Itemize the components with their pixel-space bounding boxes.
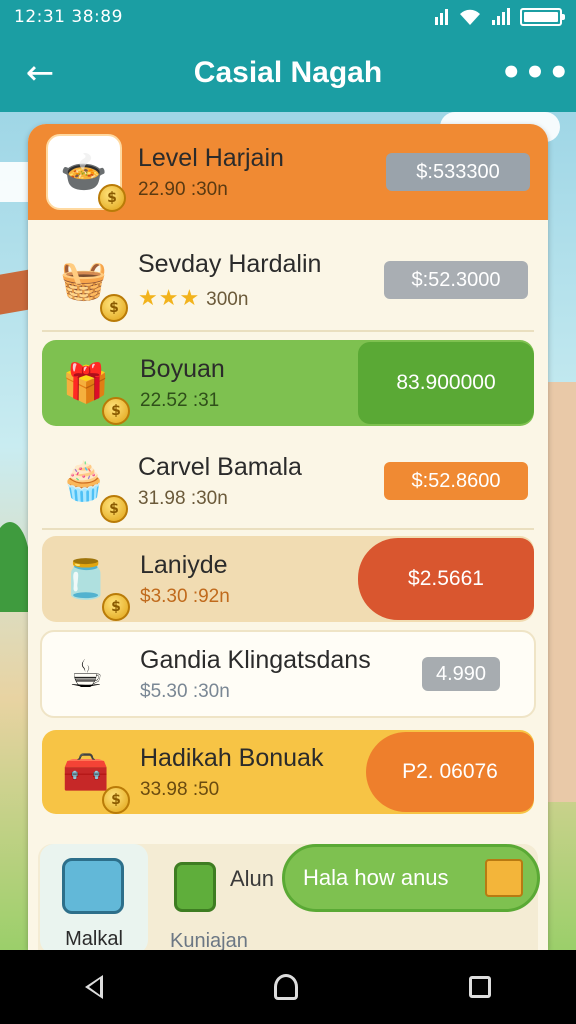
list-item[interactable]: 🧰 $ Hadikah Bonuak 33.98 :50 P2. 06076 [42, 730, 534, 814]
toolbox-icon: 🧰 [62, 749, 110, 794]
price-button[interactable]: 83.900000 [358, 342, 534, 424]
status-bar: 12:31 38:89 [0, 0, 576, 34]
system-nav-bar [0, 950, 576, 1024]
system-icons [435, 8, 565, 26]
coin-icon: $ [100, 294, 128, 322]
palm-tree [0, 522, 30, 612]
item-name: Sevday Hardalin [138, 249, 322, 278]
nav-recents-icon[interactable] [468, 976, 491, 998]
item-sub: Kuniajan [170, 930, 248, 950]
item-name: Carvel Bamala [138, 452, 302, 481]
camera-icon [62, 858, 124, 914]
coin-icon: $ [102, 593, 130, 621]
list-item[interactable]: 🧁 $ Carvel Bamala 31.98 :30n $:52.8600 [28, 434, 548, 528]
item-name: Gandia Klingatsdans [140, 645, 371, 674]
price-button[interactable]: $:533300 [386, 153, 530, 191]
divider [42, 330, 534, 332]
item-sub: ★★★ 300n [138, 284, 249, 310]
cell-signal-icon [492, 8, 510, 25]
gift-box-icon: 🎁 [62, 360, 110, 405]
item-sub: $5.30 :30n [140, 680, 230, 702]
item-title: Alun [230, 866, 275, 891]
battery-icon [520, 8, 565, 26]
list-item[interactable]: ☕ Gandia Klingatsdans $5.30 :30n 4.990 [40, 630, 536, 718]
cta-button[interactable]: Hala how anus [282, 844, 540, 912]
app-bar: ← Casial Nagah ••• [0, 34, 576, 112]
nav-home-icon[interactable] [273, 974, 298, 1000]
basket-icon: 🧺 [60, 257, 108, 302]
item-thumbnail: 🧁 $ [46, 443, 128, 523]
treat-box-icon: 🧁 [60, 458, 108, 503]
rating-stars: ★★★ [138, 284, 201, 310]
item-thumbnail: 🫙 $ [48, 541, 130, 621]
cup-icon: ☕ [68, 652, 104, 696]
cta-label: Hala how anus [303, 865, 449, 890]
wifi-icon [460, 9, 480, 25]
tile-label: Malkal [65, 928, 123, 950]
divider [42, 528, 534, 530]
coin-icon: $ [98, 184, 126, 212]
page-title: Casial Nagah [193, 56, 383, 89]
status-time: 12:31 38:89 [14, 7, 123, 27]
price-button[interactable]: $:52.8600 [384, 462, 528, 500]
list-item[interactable]: 🍲 $ Level Harjain 22.90 :30n $:533300 [28, 124, 548, 220]
list-item[interactable]: 🎁 $ Boyuan 22.52 :31 83.900000 [42, 340, 534, 426]
item-name: Hadikah Bonuak [140, 743, 324, 772]
item-sub: 22.90 :30n [138, 178, 228, 200]
price-button[interactable]: 4.990 [422, 657, 500, 691]
nav-back-icon[interactable] [85, 975, 104, 999]
item-sub: 22.52 :31 [140, 389, 220, 411]
item-thumbnail: ☕ [48, 636, 124, 712]
back-arrow-icon[interactable]: ← [0, 56, 80, 90]
coin-icon: $ [102, 786, 130, 814]
item-thumbnail: 🎁 $ [48, 345, 130, 425]
list-item[interactable]: 🧺 $ Sevday Hardalin ★★★ 300n $:52.3000 [28, 228, 548, 332]
item-sub: $3.30 :92n [140, 585, 230, 607]
item-sub: 33.98 :50 [140, 778, 220, 800]
offers-panel: 🍲 $ Level Harjain 22.90 :30n $:533300 🧺 … [28, 124, 548, 950]
item-sub: 31.98 :30n [138, 487, 228, 509]
item-thumbnail: 🧺 $ [46, 242, 128, 322]
price-button[interactable]: $2.5661 [358, 538, 534, 620]
item-thumbnail: 🍲 $ [46, 134, 126, 212]
item-name: Laniyde [140, 550, 228, 579]
list-item[interactable]: 🫙 $ Laniyde $3.30 :92n $2.5661 [42, 536, 534, 622]
item-name: Boyuan [140, 354, 225, 383]
coin-icon: $ [100, 495, 128, 523]
price-button[interactable]: $:52.3000 [384, 261, 528, 299]
item-thumbnail: 🧰 $ [48, 734, 130, 814]
coin-icon: $ [102, 397, 130, 425]
signal-icon [435, 9, 448, 25]
price-button[interactable]: P2. 06076 [366, 732, 534, 812]
jar-icon: 🫙 [62, 556, 110, 601]
cube-icon [174, 862, 216, 912]
category-tile[interactable]: Malkal [40, 844, 148, 950]
item-name: Level Harjain [138, 143, 284, 172]
more-options-icon[interactable]: ••• [496, 53, 576, 93]
box-icon [485, 859, 523, 897]
